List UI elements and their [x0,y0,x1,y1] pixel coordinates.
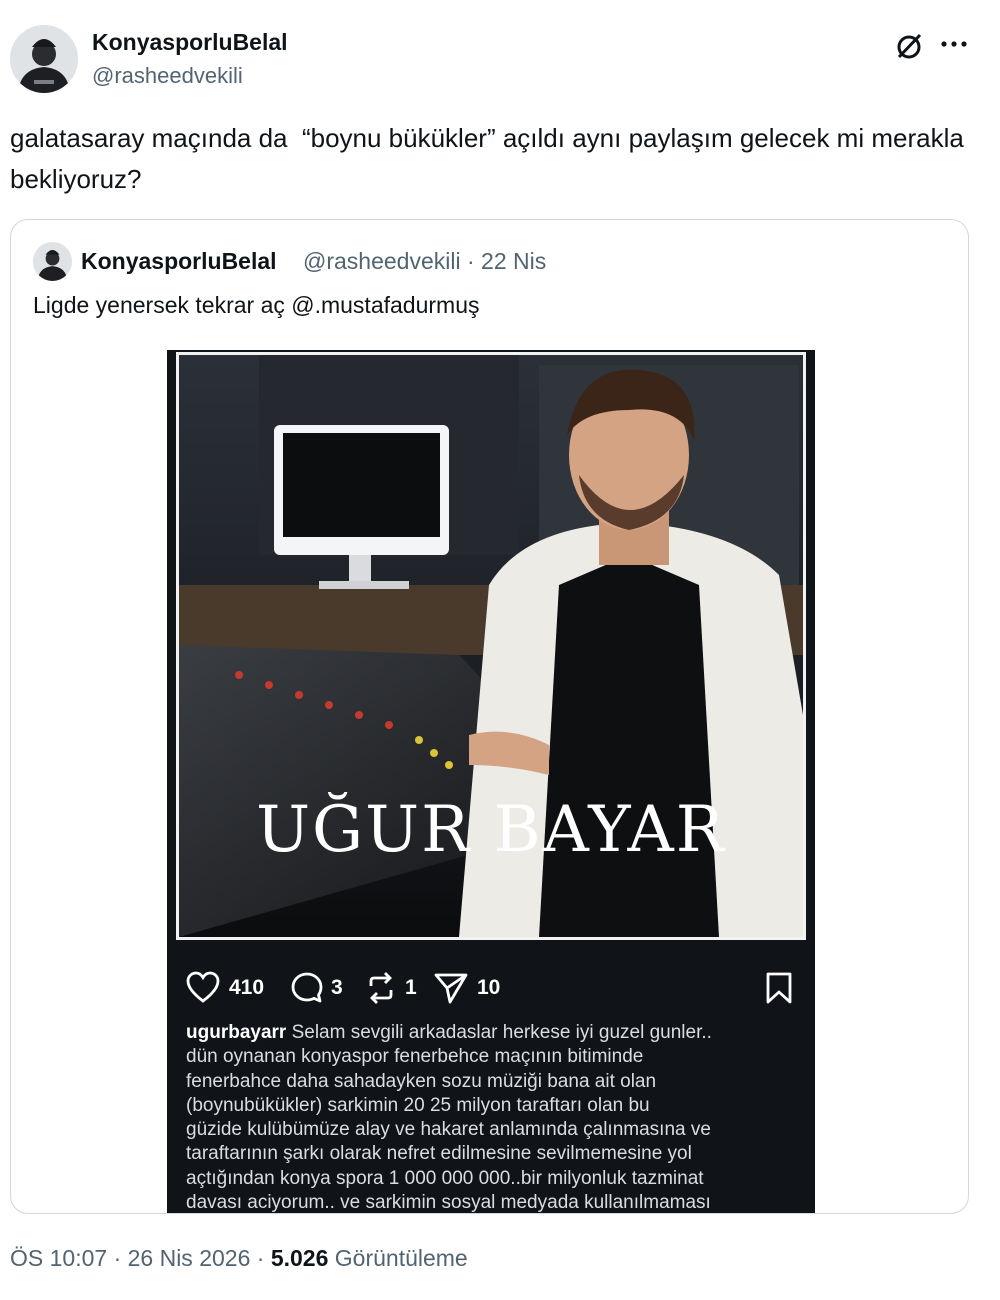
quoted-author-handle: @rasheedvekili [303,248,461,274]
comment-bubble-icon [291,972,323,1003]
more-options-icon[interactable] [938,28,970,60]
quoted-author-meta: @rasheedvekili · 22 Nis [303,248,546,275]
author-display-name[interactable]: KonyasporluBelal [92,29,288,56]
quoted-date: 22 Nis [481,248,547,274]
comments-count: 3 [331,976,343,999]
meta-separator: · [466,248,475,274]
instagram-actions-bar: 410 3 1 10 [185,970,797,1006]
likes-count: 410 [229,976,265,999]
views-count: 5.026 [270,1245,329,1271]
quoted-tweet-card[interactable]: KonyasporluBelal @rasheedvekili · 22 Nis… [10,219,969,1214]
tweet-text: galatasaray maçında da “boynu bükükler” … [10,123,972,194]
caption-text: Selam sevgili arkadaslar herkese iyi guz… [186,1022,712,1214]
avatar-image [10,25,78,93]
caption-username: ugurbayarr [186,1022,287,1043]
views-label: Görüntüleme [334,1245,468,1271]
photo-title-text: UĞUR BAYAR [256,793,726,867]
comment-action: 3 [289,970,349,1006]
send-icon [434,973,468,1004]
shares-count: 10 [477,976,501,999]
repost-icon [369,972,393,1004]
quoted-tweet-text: Ligde yenersek tekrar aç @.mustafadurmuş [33,292,480,318]
photo-frame: UĞUR BAYAR [176,352,806,940]
save-action [761,970,797,1006]
quoted-media-image[interactable]: UĞUR BAYAR 410 3 1 10 ugurbayarr Selam s… [167,350,815,1214]
tweet-timestamp[interactable]: ÖS 10:07 · 26 Nis 2026 · [10,1245,264,1271]
repost-action: 1 [363,970,423,1006]
instagram-caption: ugurbayarr Selam sevgili arkadaslar herk… [186,1021,798,1214]
heart-icon [186,971,220,1003]
bookmark-icon [766,972,792,1004]
reposts-count: 1 [405,976,417,999]
quoted-author-avatar [33,242,72,281]
share-action: 10 [433,970,513,1006]
quoted-author-display-name: KonyasporluBelal [81,248,277,274]
like-action: 410 [185,970,275,1006]
tweet-meta-line: ÖS 10:07 · 26 Nis 2026 · 5.026 Görüntüle… [10,1245,468,1272]
author-avatar[interactable] [10,25,78,93]
grok-icon[interactable] [893,30,925,62]
author-handle[interactable]: @rasheedvekili [92,63,243,89]
